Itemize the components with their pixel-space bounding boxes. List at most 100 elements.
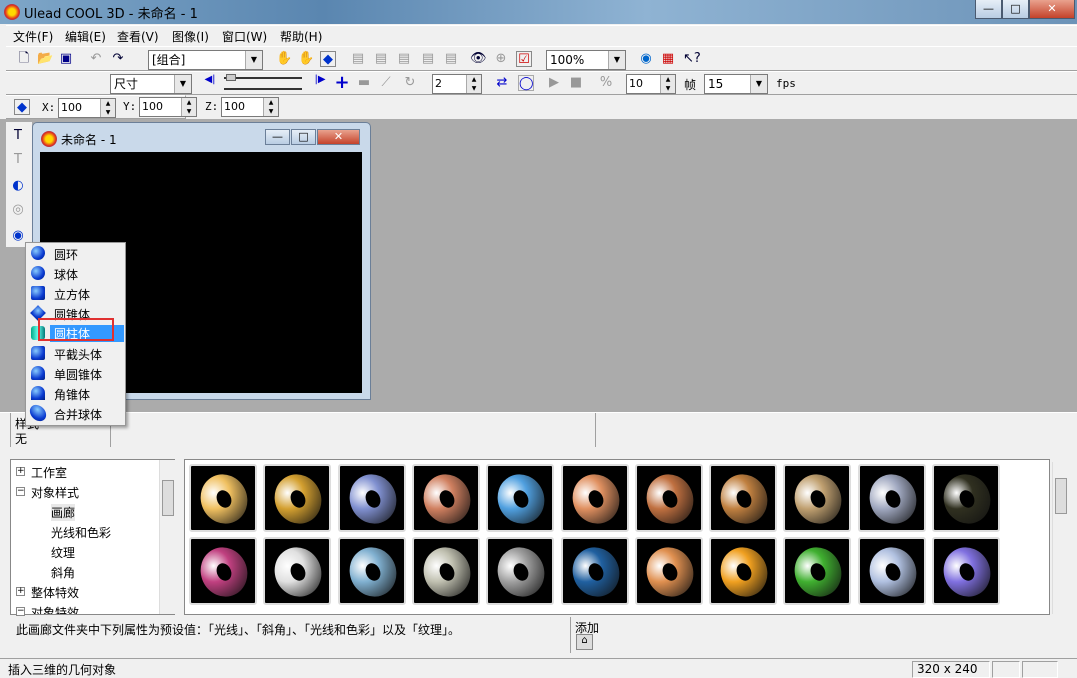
menu-file[interactable]: 文件(F) <box>13 28 53 45</box>
gallery-thumbnail[interactable] <box>189 537 257 605</box>
tree-item-bevel[interactable]: 斜角 <box>51 564 75 581</box>
align-3-icon[interactable]: ▤ <box>396 51 412 67</box>
size-select[interactable]: 尺寸 <box>110 74 192 94</box>
globe-icon[interactable]: ⊕ <box>493 51 509 67</box>
y-input[interactable]: 100 <box>139 97 197 117</box>
align-5-icon[interactable]: ▤ <box>443 51 459 67</box>
gallery-thumbnail[interactable] <box>857 464 926 532</box>
tree-item-global-effects[interactable]: 整体特效 <box>31 584 79 601</box>
gallery-scrollbar[interactable] <box>1052 462 1068 614</box>
reverse-icon[interactable]: ◯ <box>518 75 534 91</box>
menu-image[interactable]: 图像(I) <box>172 28 209 45</box>
hand-move-icon[interactable]: ✋ <box>276 51 292 67</box>
y-label: Y: <box>123 100 137 113</box>
maximize-button[interactable]: □ <box>1002 0 1029 19</box>
x-input[interactable]: 100 <box>58 98 116 118</box>
tree-item-light-color[interactable]: 光线和色彩 <box>51 524 111 541</box>
save-icon[interactable]: ▣ <box>58 51 74 67</box>
edit-text-icon[interactable]: T <box>10 152 26 168</box>
fit-object-icon[interactable]: ◆ <box>320 51 336 67</box>
gallery-thumbnail[interactable] <box>411 464 480 532</box>
gallery-thumbnail[interactable] <box>411 537 480 605</box>
menu-help[interactable]: 帮助(H) <box>280 28 322 45</box>
loop-icon[interactable]: ⇄ <box>494 75 510 91</box>
gallery-thumbnail[interactable] <box>709 537 778 605</box>
help-pointer-icon[interactable]: ↖? <box>683 51 701 67</box>
fps-select[interactable]: 15 <box>704 74 768 94</box>
edit-graphic-icon[interactable]: ◎ <box>10 202 26 218</box>
add-to-gallery-icon[interactable]: ⌂ <box>576 634 593 650</box>
gallery-thumbnail[interactable] <box>932 537 1000 605</box>
doc-close-button[interactable]: ✕ <box>317 129 360 145</box>
menu-item-single-cone[interactable]: 单圆锥体 <box>28 364 124 383</box>
browser-preview-icon[interactable]: ▦ <box>660 51 676 67</box>
tree-item-studio[interactable]: 工作室 <box>31 464 67 481</box>
first-frame-icon[interactable]: ◀| <box>202 72 218 88</box>
align-1-icon[interactable]: ▤ <box>350 51 366 67</box>
tree-scrollbar[interactable] <box>159 460 175 614</box>
close-button[interactable]: ✕ <box>1029 0 1075 19</box>
gallery-thumbnail[interactable] <box>189 464 257 532</box>
doc-minimize-button[interactable]: — <box>265 129 290 145</box>
doc-maximize-button[interactable]: □ <box>291 129 316 145</box>
gallery-thumbnail[interactable] <box>709 464 778 532</box>
insert-geometry-icon[interactable]: ◉ <box>10 228 26 244</box>
remove-keyframe-icon[interactable]: ▬ <box>356 75 372 91</box>
tree-item-object-effects[interactable]: 对象特效 <box>31 604 79 614</box>
insert-graphic-icon[interactable]: ◐ <box>10 178 26 194</box>
flip-keyframe-icon[interactable]: ⟋ <box>378 75 394 91</box>
view-icon[interactable]: 👁 <box>470 51 487 67</box>
gallery-thumbnail[interactable] <box>337 537 406 605</box>
minimize-button[interactable]: — <box>975 0 1002 19</box>
last-frame-icon[interactable]: |▶ <box>312 72 328 88</box>
menu-item-sphere[interactable]: 球体 <box>28 264 124 283</box>
gallery-thumbnail[interactable] <box>932 464 1000 532</box>
position-icon[interactable]: ◆ <box>14 99 30 115</box>
gallery-thumbnail[interactable] <box>337 464 406 532</box>
gallery-thumbnail[interactable] <box>560 537 629 605</box>
menu-edit[interactable]: 编辑(E) <box>65 28 106 45</box>
timeline-thumb[interactable] <box>226 74 236 81</box>
zoom-select[interactable]: 100% <box>546 50 626 70</box>
menu-item-pyramid[interactable]: 角锥体 <box>28 384 124 403</box>
gallery-thumbnail[interactable] <box>486 537 555 605</box>
loop-back-icon[interactable]: ↻ <box>402 75 418 91</box>
stop-icon[interactable]: ■ <box>568 75 584 91</box>
menu-item-cube[interactable]: 立方体 <box>28 284 124 303</box>
tree-item-gallery[interactable]: 画廊 <box>51 504 76 521</box>
menu-view[interactable]: 查看(V) <box>117 28 159 45</box>
gallery-thumbnail[interactable] <box>857 537 926 605</box>
segments-input[interactable]: 2 <box>432 74 482 94</box>
frames-input[interactable]: 10 <box>626 74 676 94</box>
gallery-thumbnail[interactable] <box>560 464 629 532</box>
gallery-thumbnail[interactable] <box>263 537 332 605</box>
add-keyframe-icon[interactable]: + <box>334 74 350 92</box>
gallery-thumbnail[interactable] <box>486 464 555 532</box>
z-input[interactable]: 100 <box>221 97 279 117</box>
menu-item-merged-spheres[interactable]: 合并球体 <box>26 401 124 425</box>
redo-icon[interactable]: ↷ <box>110 51 126 67</box>
align-2-icon[interactable]: ▤ <box>373 51 389 67</box>
tree-item-object-style[interactable]: 对象样式 <box>31 484 79 501</box>
align-4-icon[interactable]: ▤ <box>420 51 436 67</box>
gallery-thumbnail[interactable] <box>634 464 703 532</box>
gallery-thumbnail[interactable] <box>634 537 703 605</box>
menu-window[interactable]: 窗口(W) <box>222 28 267 45</box>
web-export-icon[interactable]: ◉ <box>638 51 654 67</box>
insert-text-icon[interactable]: T <box>10 128 26 144</box>
menu-item-torus[interactable]: 圆环 <box>28 244 124 263</box>
check-icon[interactable]: ☑ <box>516 51 532 67</box>
play-icon[interactable]: ▶ <box>546 75 562 91</box>
object-select[interactable]: [组合] <box>148 50 263 70</box>
tree-item-texture[interactable]: 纹理 <box>51 544 75 561</box>
rotate-icon[interactable]: ✋ <box>298 51 314 67</box>
gallery-thumbnail[interactable] <box>783 464 852 532</box>
new-file-icon[interactable]: 🗋 <box>16 51 32 67</box>
open-folder-icon[interactable]: 📂 <box>37 51 53 67</box>
gallery-thumbnail[interactable] <box>783 537 852 605</box>
keyframe-slider[interactable] <box>224 88 302 90</box>
undo-icon[interactable]: ↶ <box>88 51 104 67</box>
menu-item-frustum[interactable]: 平截头体 <box>28 344 124 363</box>
percent-icon[interactable]: % <box>598 75 614 91</box>
gallery-thumbnail[interactable] <box>263 464 332 532</box>
